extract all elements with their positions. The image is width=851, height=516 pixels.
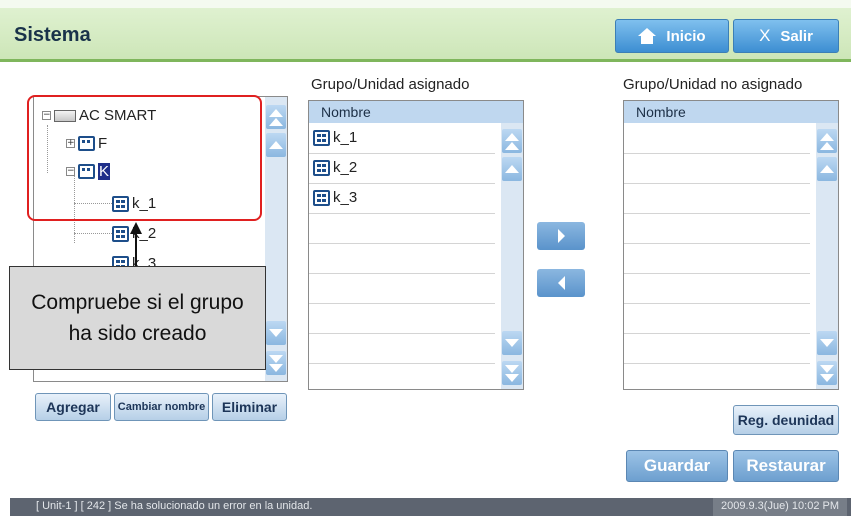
status-bar: [ Unit-1 ] [ 242 ] Se ha solucionado un … — [10, 498, 851, 516]
assigned-scrollbar[interactable] — [501, 123, 523, 389]
unit-icon — [313, 129, 330, 146]
unit-icon — [112, 225, 129, 242]
unit-icon — [313, 159, 330, 176]
unassigned-list[interactable]: Nombre — [623, 100, 839, 390]
scroll-down-button[interactable] — [502, 331, 522, 355]
unit-icon — [313, 189, 330, 206]
move-right-button[interactable] — [537, 222, 585, 250]
tree-connector — [74, 233, 112, 234]
highlight-box — [27, 95, 262, 221]
callout-box: Compruebe si el grupo ha sido creado — [9, 266, 266, 370]
home-button[interactable]: Inicio — [615, 19, 729, 53]
rename-button[interactable]: Cambiar nombre — [114, 393, 209, 421]
scroll-bottom-button[interactable] — [266, 351, 286, 375]
list-item[interactable]: k_1 — [313, 129, 357, 146]
arrow-left-icon — [557, 276, 565, 290]
unassigned-scrollbar[interactable] — [816, 123, 838, 389]
move-left-button[interactable] — [537, 269, 585, 297]
callout-line-2: ha sido creado — [68, 322, 207, 345]
scroll-top-button[interactable] — [266, 105, 286, 129]
scroll-top-button[interactable] — [502, 129, 522, 153]
list-item[interactable]: k_3 — [313, 189, 357, 206]
close-icon: X — [759, 26, 771, 45]
scroll-down-button[interactable] — [266, 321, 286, 345]
scroll-bottom-button[interactable] — [502, 361, 522, 385]
unassigned-list-title: Grupo/Unidad no asignado — [623, 76, 803, 93]
pointer-arrow-line — [135, 232, 137, 268]
page-title: Sistema — [14, 24, 91, 46]
home-icon — [638, 28, 657, 44]
delete-button[interactable]: Eliminar — [212, 393, 287, 421]
arrow-right-icon — [557, 229, 565, 243]
header-bar: Sistema Inicio X Salir — [0, 0, 851, 62]
assigned-list[interactable]: Nombre k_1 k_2 k_3 — [308, 100, 524, 390]
assigned-list-header: Nombre — [309, 101, 523, 123]
unassigned-list-header: Nombre — [624, 101, 838, 123]
save-button[interactable]: Guardar — [626, 450, 728, 482]
status-time: 2009.9.3(Jue) 10:02 PM — [712, 498, 847, 516]
unit-registration-button[interactable]: Reg. deunidad — [733, 405, 839, 435]
scroll-top-button[interactable] — [817, 129, 837, 153]
callout-line-1: Compruebe si el grupo — [31, 291, 244, 314]
scroll-bottom-button[interactable] — [817, 361, 837, 385]
scroll-up-button[interactable] — [817, 157, 837, 181]
exit-button[interactable]: X Salir — [733, 19, 839, 53]
tree-scrollbar[interactable] — [265, 97, 287, 381]
scroll-up-button[interactable] — [502, 157, 522, 181]
assigned-list-title: Grupo/Unidad asignado — [311, 76, 470, 93]
restore-button[interactable]: Restaurar — [733, 450, 839, 482]
list-item[interactable]: k_2 — [313, 159, 357, 176]
scroll-up-button[interactable] — [266, 133, 286, 157]
scroll-down-button[interactable] — [817, 331, 837, 355]
exit-button-label: Salir — [780, 27, 813, 45]
home-button-label: Inicio — [666, 27, 706, 45]
add-group-button[interactable]: Agregar — [35, 393, 111, 421]
status-message: [ Unit-1 ] [ 242 ] Se ha solucionado un … — [36, 500, 313, 512]
